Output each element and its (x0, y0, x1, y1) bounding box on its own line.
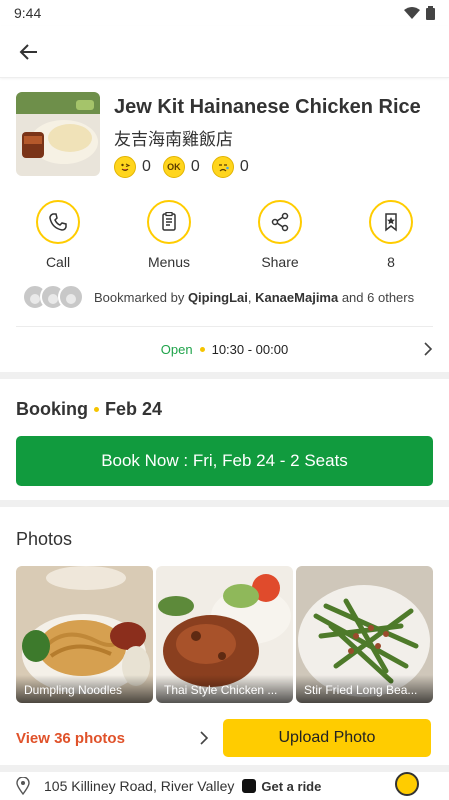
yum-face-icon (114, 156, 136, 178)
photo-card[interactable]: Stir Fried Long Bea... (296, 566, 433, 703)
view-photos-link[interactable]: View 36 photos (16, 730, 125, 747)
arrow-left-icon (19, 43, 37, 60)
photo-card[interactable]: Dumpling Noodles (16, 566, 153, 703)
avatar-stack (22, 284, 84, 310)
share-circle (258, 200, 302, 244)
menu-icon (162, 212, 176, 231)
bookmark-button[interactable]: 8 (351, 200, 431, 270)
get-a-ride-link[interactable]: Get a ride (242, 779, 321, 794)
menus-circle (147, 200, 191, 244)
title-block: Jew Kit Hainanese Chicken Rice 友吉海南雞飯店 0… (114, 92, 421, 178)
app-bar (0, 26, 449, 78)
call-circle (36, 200, 80, 244)
section-divider (0, 500, 449, 507)
opening-hours-row[interactable]: Open 10:30 - 00:00 (16, 326, 433, 372)
reaction-sad-count: 0 (239, 158, 249, 175)
opening-hours: 10:30 - 00:00 (211, 342, 289, 357)
reaction-sad[interactable]: 0 (211, 156, 249, 178)
status-icons (404, 6, 435, 20)
bookmark-user-2: KanaeMajima (255, 289, 339, 305)
booking-title: Booking Feb 24 (16, 399, 163, 419)
restaurant-name-cjk: 友吉海南雞飯店 (114, 130, 233, 149)
share-button[interactable]: Share (240, 200, 320, 270)
separator-dot (199, 347, 205, 352)
photos-title: Photos (16, 529, 73, 549)
restaurant-thumbnail[interactable] (16, 92, 100, 176)
share-icon (271, 212, 289, 232)
booking-date: Feb 24 (105, 399, 163, 419)
restaurant-header: Jew Kit Hainanese Chicken Rice 友吉海南雞飯店 0… (0, 78, 449, 178)
call-label: Call (45, 254, 71, 270)
booking-section: Booking Feb 24 Book Now : Fri, Feb 24 - … (0, 379, 449, 500)
share-label: Share (261, 254, 299, 270)
ok-face-icon: OK (162, 156, 185, 178)
sad-face-icon (211, 156, 234, 178)
upload-photo-button[interactable]: Upload Photo (222, 719, 431, 757)
reaction-ok-count: 0 (190, 158, 200, 175)
reactions: 0 OK 0 0 (114, 156, 421, 178)
battery-icon (426, 6, 435, 20)
section-divider (0, 372, 449, 379)
action-row: Call Menus Share 8 (0, 178, 449, 270)
map-emoji-fab[interactable] (395, 772, 419, 796)
photo-caption: Dumpling Noodles (16, 675, 153, 703)
wifi-icon (404, 7, 420, 19)
status-time: 9:44 (14, 5, 42, 21)
bookmark-user-1: QipingLai (187, 289, 248, 305)
photo-footer: View 36 photos Upload Photo (16, 719, 433, 757)
menus-button[interactable]: Menus (129, 200, 209, 270)
reaction-yum[interactable]: 0 (114, 156, 151, 178)
restaurant-name: Jew Kit Hainanese Chicken Rice (114, 96, 421, 118)
chevron-right-icon[interactable] (199, 730, 209, 746)
phone-icon (49, 213, 67, 231)
open-status: Open (160, 342, 193, 357)
address-text: 105 Killiney Road, River Valley (44, 778, 235, 794)
avatar (58, 284, 84, 310)
ride-icon (242, 779, 257, 793)
bookmarked-by[interactable]: Bookmarked by QipingLai, KanaeMajima and… (0, 270, 449, 310)
book-now-button[interactable]: Book Now : Fri, Feb 24 - 2 Seats (16, 436, 433, 486)
reaction-ok[interactable]: OK 0 (162, 156, 200, 178)
location-pin-icon (16, 777, 30, 795)
bookmark-count: 8 (387, 254, 395, 270)
call-button[interactable]: Call (18, 200, 98, 270)
bookmark-icon (385, 213, 397, 232)
bookmark-circle (369, 200, 413, 244)
photos-section: Photos Dumpling Noodles Thai Style Chick… (0, 507, 449, 757)
photo-caption: Thai Style Chicken ... (156, 675, 293, 703)
photo-row: Dumpling Noodles Thai Style Chicken ... (16, 566, 433, 703)
back-button[interactable] (16, 39, 42, 65)
reaction-yum-count: 0 (142, 158, 151, 175)
bookmarked-text: Bookmarked by QipingLai, KanaeMajima and… (94, 289, 415, 305)
address-row[interactable]: 105 Killiney Road, River Valley Get a ri… (0, 765, 449, 800)
photo-card[interactable]: Thai Style Chicken ... (156, 566, 293, 703)
menus-label: Menus (147, 254, 191, 270)
chevron-right-icon (424, 342, 433, 356)
photo-caption: Stir Fried Long Bea... (296, 675, 433, 703)
status-bar: 9:44 (0, 0, 449, 26)
